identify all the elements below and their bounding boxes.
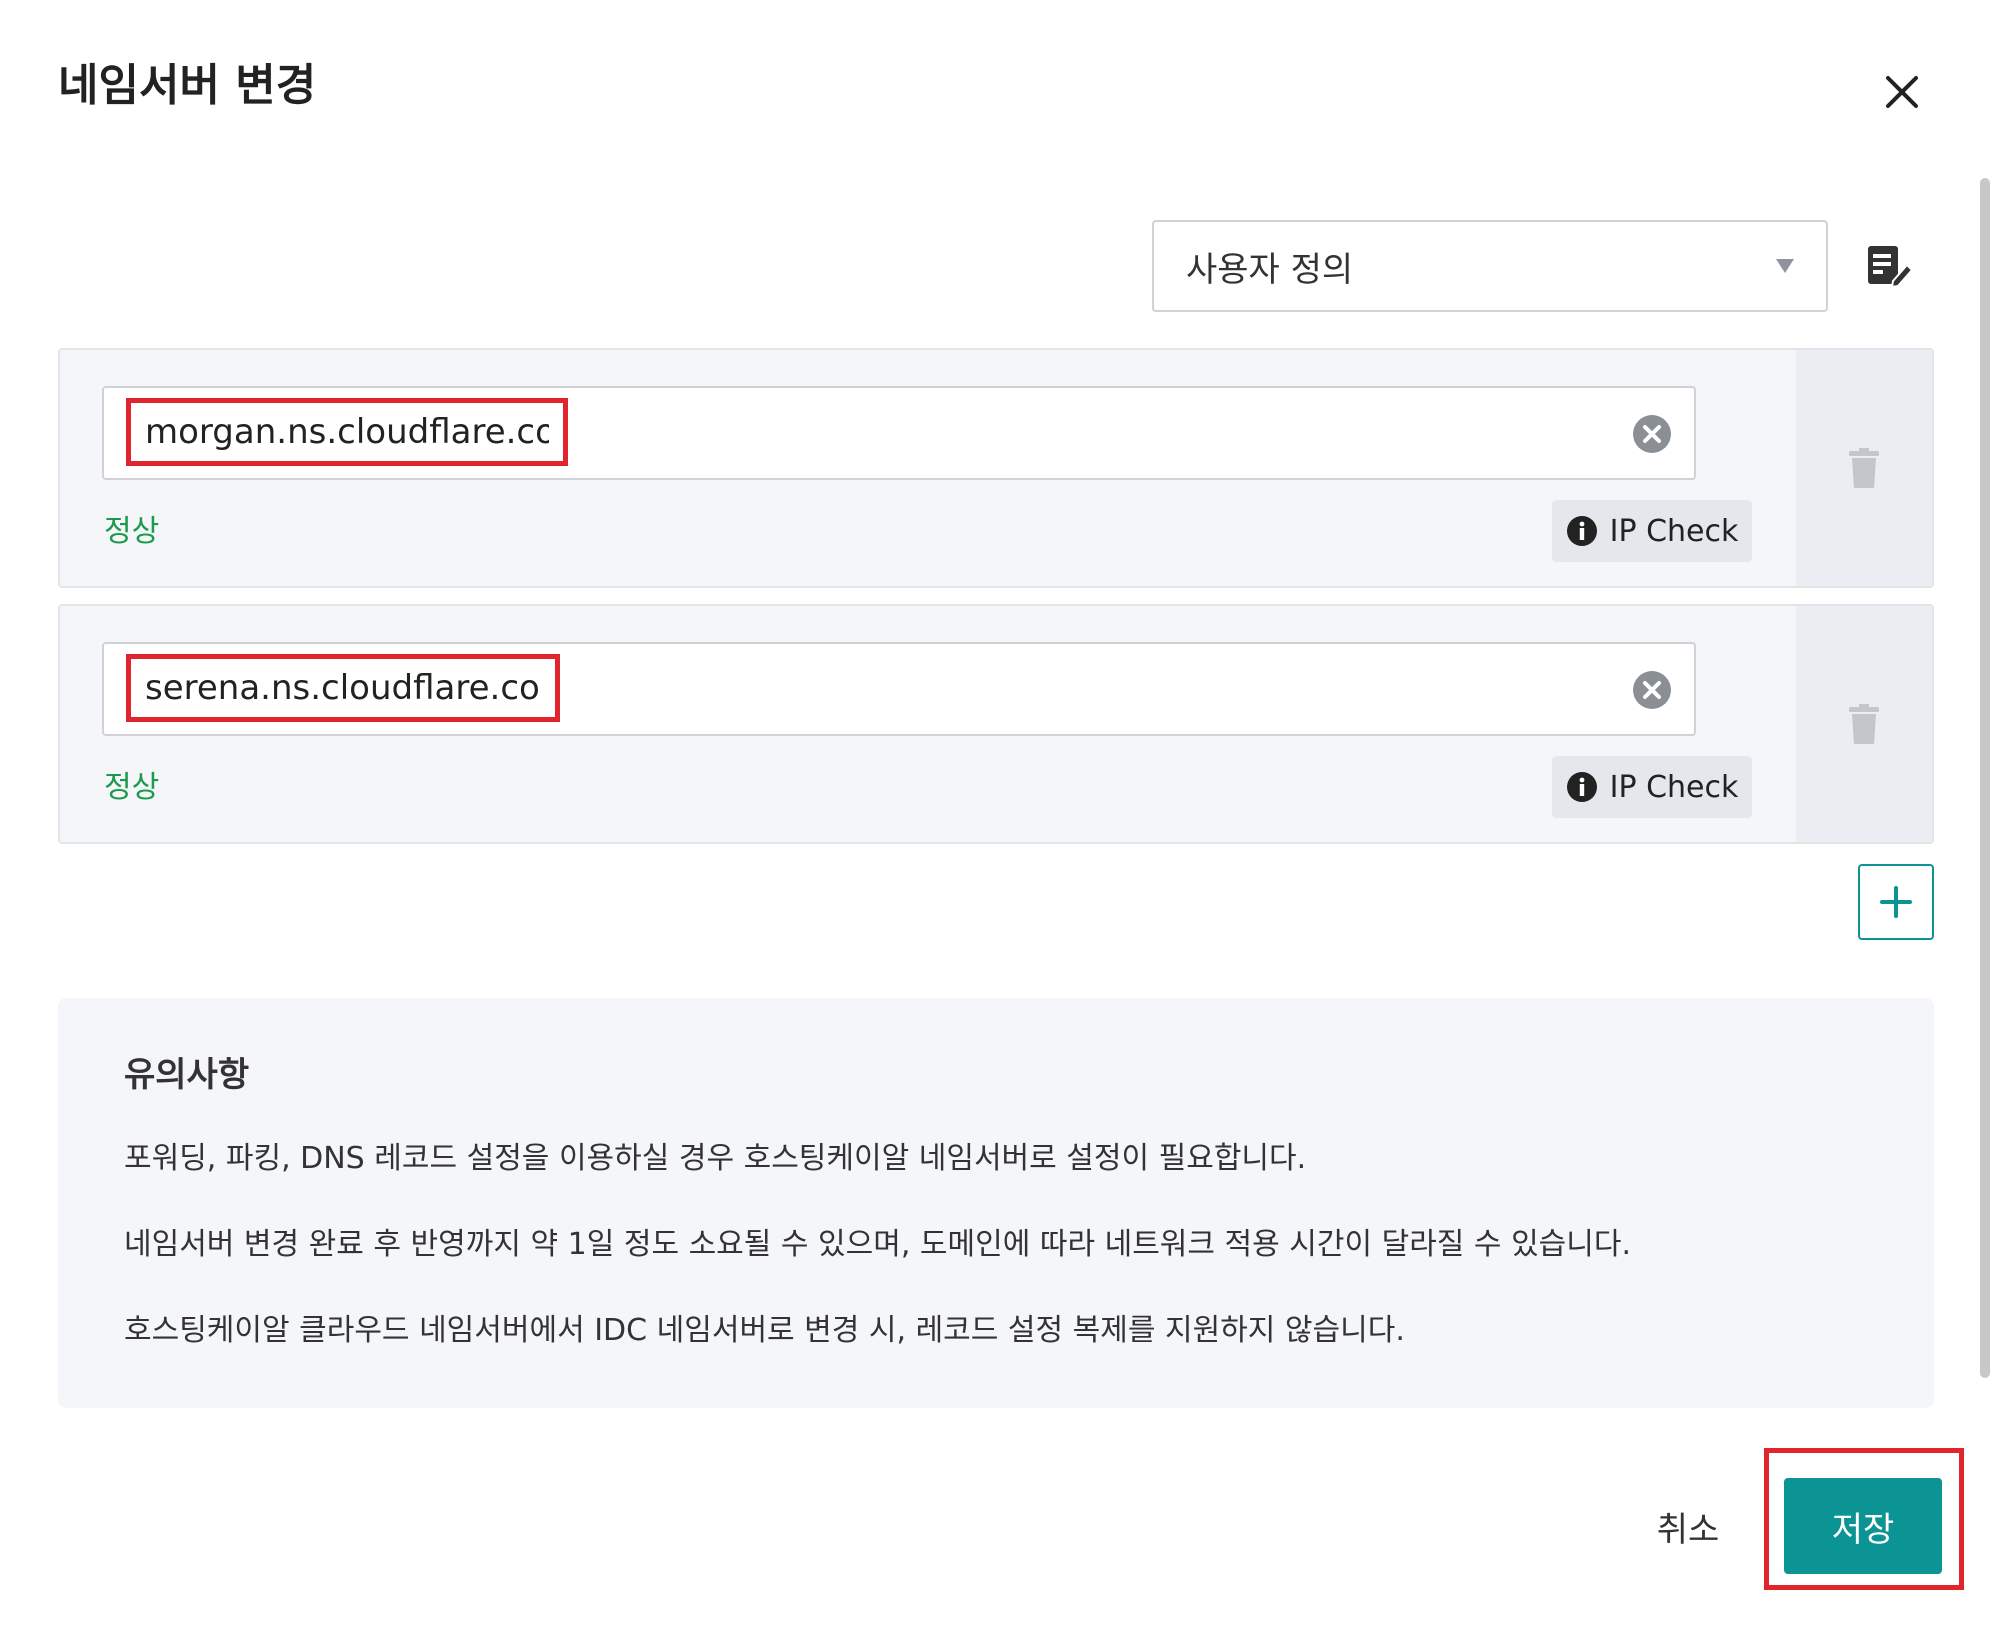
- nameserver-status: 정상: [104, 514, 160, 549]
- nameserver-row: 정상 IP Check: [58, 604, 1934, 844]
- nameserver-change-dialog: 네임서버 변경 사용자 정의 morgan.ns.cloudflare.com …: [0, 0, 2000, 1630]
- scrollbar[interactable]: [1980, 178, 1990, 1378]
- dropdown-arrow-icon: [1776, 259, 1794, 273]
- notice-panel: 유의사항 포워딩, 파킹, DNS 레코드 설정을 이용하실 경우 호스팅케이알…: [58, 998, 1934, 1408]
- nameserver-field: [102, 642, 1696, 736]
- nameserver-input[interactable]: [126, 654, 560, 722]
- notice-line: 네임서버 변경 완료 후 반영까지 약 1일 정도 소요될 수 있으며, 도메인…: [124, 1227, 1632, 1262]
- trash-icon: [1849, 448, 1879, 488]
- notice-line: 포워딩, 파킹, DNS 레코드 설정을 이용하실 경우 호스팅케이알 네임서버…: [124, 1141, 1307, 1176]
- notice-title: 유의사항: [124, 1055, 250, 1095]
- info-circle-icon: [1566, 772, 1597, 802]
- cancel-button[interactable]: 취소: [1628, 1494, 1748, 1558]
- delete-nameserver-button[interactable]: [1796, 350, 1932, 586]
- close-icon: [1886, 76, 1918, 108]
- notice-line: 호스팅케이알 클라우드 네임서버에서 IDC 네임서버로 변경 시, 레코드 설…: [124, 1313, 1405, 1348]
- dialog-title: 네임서버 변경: [58, 60, 317, 111]
- nameserver-status: 정상: [104, 770, 160, 805]
- ip-check-label: IP Check: [1609, 769, 1739, 805]
- preset-select-value: 사용자 정의: [1186, 249, 1354, 290]
- save-button[interactable]: 저장: [1784, 1478, 1942, 1574]
- ip-check-button[interactable]: IP Check: [1552, 756, 1752, 818]
- nameserver-input[interactable]: [126, 398, 568, 466]
- nameserver-field: [102, 386, 1696, 480]
- close-button[interactable]: [1870, 60, 1934, 124]
- ip-check-button[interactable]: IP Check: [1552, 500, 1752, 562]
- nameserver-preset-select[interactable]: 사용자 정의: [1152, 220, 1828, 312]
- plus-icon: [1880, 886, 1912, 918]
- save-button-label: 저장: [1831, 1509, 1895, 1550]
- delete-nameserver-button[interactable]: [1796, 606, 1932, 842]
- add-nameserver-button[interactable]: [1858, 864, 1934, 940]
- clear-circle-icon: [1633, 415, 1671, 453]
- info-circle-icon: [1566, 516, 1597, 546]
- ip-check-label: IP Check: [1609, 513, 1739, 549]
- edit-preset-button[interactable]: [1860, 236, 1920, 296]
- clear-input-button[interactable]: [1632, 670, 1672, 710]
- edit-note-icon: [1868, 246, 1913, 287]
- clear-input-button[interactable]: [1632, 414, 1672, 454]
- nameserver-row: 정상 IP Check: [58, 348, 1934, 588]
- trash-icon: [1849, 704, 1879, 744]
- clear-circle-icon: [1633, 671, 1671, 709]
